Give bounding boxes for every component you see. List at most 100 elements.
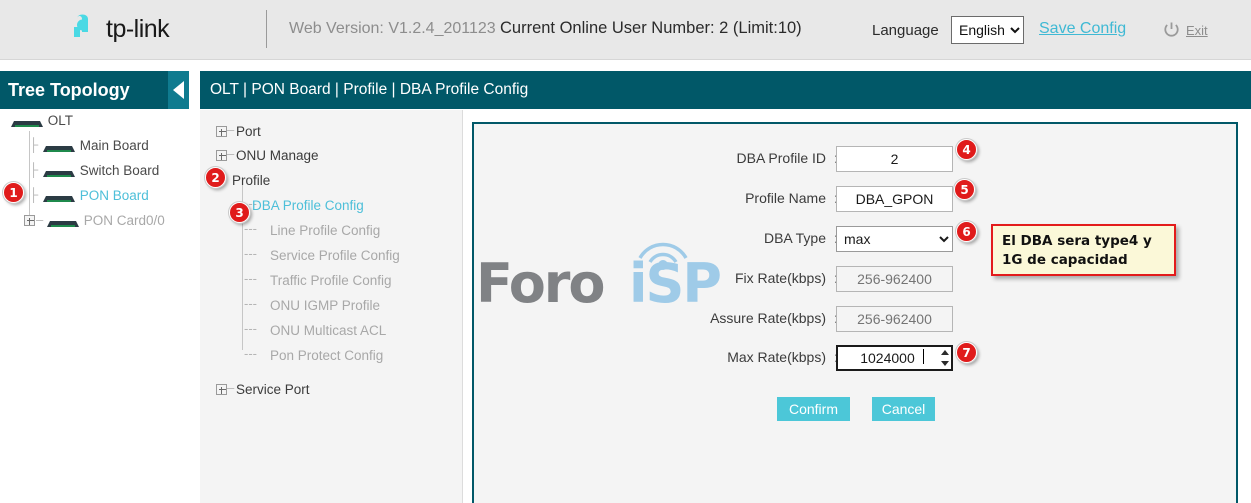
menu-expander-port[interactable] bbox=[216, 126, 227, 137]
field-label-dba-type: DBA Type bbox=[764, 230, 826, 246]
cancel-button[interactable]: Cancel bbox=[872, 397, 935, 421]
tree-topology-header: Tree Topology bbox=[0, 71, 188, 109]
tree-node-label: Main Board bbox=[80, 138, 149, 153]
menu-dash: --- bbox=[244, 321, 257, 336]
menu-dash: --- bbox=[244, 246, 257, 261]
device-board-icon bbox=[42, 168, 76, 183]
breadcrumb-bar: OLT | PON Board | Profile | DBA Profile … bbox=[200, 71, 1251, 109]
tplink-logo-icon bbox=[68, 12, 102, 46]
menu-dash: – bbox=[227, 380, 234, 395]
menu-item-onu-multicast-acl[interactable]: ONU Multicast ACL bbox=[270, 323, 386, 338]
device-board-icon bbox=[46, 218, 80, 233]
header-divider bbox=[266, 10, 267, 48]
tree-branch-dash: ├ bbox=[29, 137, 38, 152]
annotation-line-1: El DBA sera type4 y bbox=[1002, 233, 1152, 249]
confirm-button[interactable]: Confirm bbox=[777, 397, 850, 421]
language-label: Language bbox=[872, 22, 939, 39]
field-row-fix-rate: Fix Rate(kbps) : bbox=[664, 266, 844, 292]
exit-link[interactable]: Exit bbox=[1186, 23, 1208, 38]
menu-dash: --- bbox=[244, 221, 257, 236]
nav-menu-column: – Port – ONU Manage Profile --- DBA Prof… bbox=[200, 110, 463, 503]
spinner-up-icon[interactable] bbox=[941, 350, 949, 355]
device-board-icon bbox=[42, 143, 76, 158]
field-row-assure-rate: Assure Rate(kbps) : bbox=[664, 306, 844, 332]
assure-rate-input[interactable] bbox=[836, 306, 953, 332]
sidebar-collapse-button[interactable] bbox=[168, 71, 189, 109]
dba-profile-id-input[interactable] bbox=[836, 146, 953, 172]
collapse-left-icon bbox=[173, 81, 184, 99]
tree-topology-pane: OLT ├ Main Board ├ Switch Board bbox=[0, 109, 188, 503]
profile-name-input[interactable] bbox=[836, 186, 953, 212]
tree-branch-dash: – bbox=[36, 212, 43, 227]
page-root: tp-link Web Version: V1.2.4_201123 Curre… bbox=[0, 0, 1251, 503]
device-board-icon bbox=[42, 193, 76, 208]
step-badge-7: 7 bbox=[956, 342, 977, 363]
field-label-assure-rate: Assure Rate(kbps) bbox=[710, 310, 826, 326]
tree-node-main-board[interactable]: Main Board bbox=[42, 142, 149, 158]
field-row-dba-type: DBA Type : bbox=[664, 226, 844, 252]
tree-node-label: PON Board bbox=[80, 188, 149, 203]
tree-node-pon-board[interactable]: PON Board bbox=[42, 192, 149, 208]
field-label-dba-profile-id: DBA Profile ID bbox=[737, 150, 826, 166]
menu-dash: – bbox=[227, 122, 234, 137]
web-version-label: Web Version: V1.2.4_201123 bbox=[289, 20, 496, 38]
tree-topology-title: Tree Topology bbox=[8, 80, 130, 101]
text-caret bbox=[923, 349, 924, 364]
menu-item-service-port[interactable]: Service Port bbox=[236, 382, 310, 397]
menu-item-service-profile-config[interactable]: Service Profile Config bbox=[270, 248, 400, 263]
language-select[interactable]: English bbox=[951, 16, 1024, 44]
max-rate-spinner[interactable] bbox=[938, 347, 951, 369]
annotation-note: El DBA sera type4 y 1G de capacidad bbox=[991, 224, 1176, 276]
field-label-profile-name: Profile Name bbox=[745, 190, 826, 206]
menu-dash: --- bbox=[244, 296, 257, 311]
tree-node-label: Switch Board bbox=[80, 163, 160, 178]
spinner-down-icon[interactable] bbox=[941, 361, 949, 366]
device-board-icon bbox=[10, 118, 44, 133]
menu-item-onu-igmp-profile[interactable]: ONU IGMP Profile bbox=[270, 298, 380, 313]
menu-dash: --- bbox=[244, 346, 257, 361]
fix-rate-input[interactable] bbox=[836, 266, 953, 292]
menu-item-pon-protect-config[interactable]: Pon Protect Config bbox=[270, 348, 383, 363]
power-icon bbox=[1163, 21, 1180, 38]
tree-node-pon-card[interactable]: PON Card0/0 bbox=[46, 217, 165, 233]
menu-item-traffic-profile-config[interactable]: Traffic Profile Config bbox=[270, 273, 392, 288]
dba-profile-config-panel: Foro iSP DBA Profile ID : Profile Name : bbox=[472, 122, 1238, 503]
tree-expander-pon-card[interactable] bbox=[24, 215, 35, 226]
annotation-line-2: 1G de capacidad bbox=[1002, 252, 1128, 268]
tree-branch-dash: ├ bbox=[29, 162, 38, 177]
online-user-count-label: Current Online User Number: 2 (Limit:10) bbox=[500, 19, 802, 38]
field-row-max-rate: Max Rate(kbps) : bbox=[664, 345, 844, 371]
tree-node-label: OLT bbox=[48, 113, 73, 128]
tree-branch-dash: ├ bbox=[29, 187, 38, 202]
field-row-dba-profile-id: DBA Profile ID : bbox=[664, 146, 844, 172]
breadcrumb: OLT | PON Board | Profile | DBA Profile … bbox=[210, 81, 528, 99]
field-label-fix-rate: Fix Rate(kbps) bbox=[735, 270, 826, 286]
field-row-profile-name: Profile Name : bbox=[664, 186, 844, 212]
tree-node-label: PON Card0/0 bbox=[84, 213, 165, 228]
step-badge-4: 4 bbox=[956, 139, 977, 160]
menu-dash: – bbox=[227, 146, 234, 161]
step-badge-5: 5 bbox=[954, 179, 975, 200]
menu-expander-onu-manage[interactable] bbox=[216, 150, 227, 161]
tree-node-switch-board[interactable]: Switch Board bbox=[42, 167, 159, 183]
menu-dash: --- bbox=[244, 271, 257, 286]
dba-type-select[interactable]: max bbox=[836, 226, 953, 252]
menu-item-port[interactable]: Port bbox=[236, 124, 261, 139]
field-label-max-rate: Max Rate(kbps) bbox=[727, 349, 826, 365]
save-config-link[interactable]: Save Config bbox=[1039, 20, 1126, 38]
step-badge-6: 6 bbox=[956, 221, 977, 242]
tplink-logo[interactable]: tp-link bbox=[68, 12, 169, 46]
menu-expander-service-port[interactable] bbox=[216, 384, 227, 395]
step-badge-1: 1 bbox=[3, 182, 24, 203]
menu-item-dba-profile-config[interactable]: DBA Profile Config bbox=[252, 198, 364, 213]
annotation-note-text: El DBA sera type4 y 1G de capacidad bbox=[1002, 232, 1170, 270]
menu-item-onu-manage[interactable]: ONU Manage bbox=[236, 148, 319, 163]
watermark-text-foro: Foro bbox=[476, 252, 604, 315]
step-badge-3: 3 bbox=[229, 202, 250, 223]
menu-item-line-profile-config[interactable]: Line Profile Config bbox=[270, 223, 380, 238]
menu-item-profile[interactable]: Profile bbox=[232, 173, 270, 188]
tplink-logo-text: tp-link bbox=[106, 15, 169, 44]
tree-node-olt[interactable]: OLT bbox=[10, 117, 73, 133]
step-badge-2: 2 bbox=[205, 167, 226, 188]
max-rate-input[interactable] bbox=[836, 345, 953, 371]
